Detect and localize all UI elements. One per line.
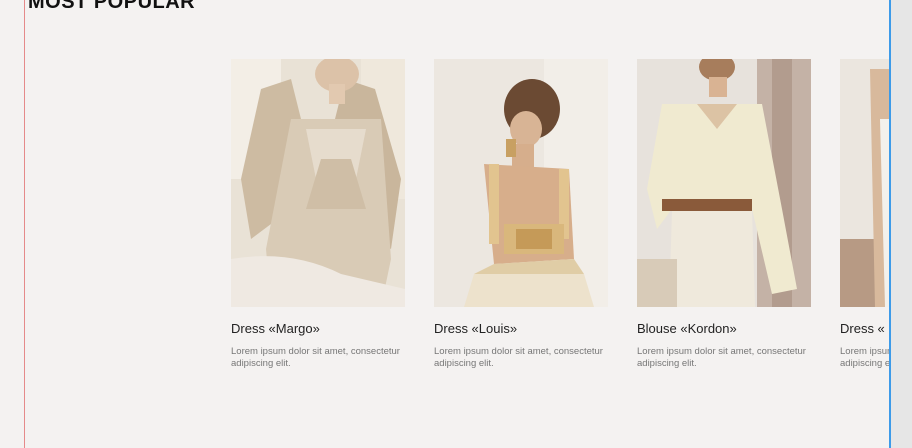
product-title[interactable]: Blouse «Kordon» — [637, 321, 811, 337]
product-description: Lorem ipsum dolor sit amet, consectetur … — [840, 346, 889, 369]
product-description: Lorem ipsum dolor sit amet, consectetur … — [637, 346, 806, 369]
product-photo-margo[interactable] — [231, 59, 405, 307]
section-title: MOST POPULAR — [28, 0, 196, 13]
product-photo-louis[interactable] — [434, 59, 608, 307]
product-description: Lorem ipsum dolor sit amet, consectetur … — [231, 346, 400, 369]
product-card[interactable]: Dress « Lorem ipsum dolor sit amet, cons… — [840, 59, 889, 370]
product-carousel[interactable]: Dress «Margo» Lorem ipsum dolor sit amet… — [231, 59, 889, 389]
product-card[interactable]: Dress «Margo» Lorem ipsum dolor sit amet… — [231, 59, 405, 370]
product-photo-4[interactable] — [840, 59, 889, 307]
product-title[interactable]: Dress «Louis» — [434, 321, 608, 337]
layout-guide-left — [24, 0, 25, 448]
product-title[interactable]: Dress «Margo» — [231, 321, 405, 337]
scrollbar-gutter[interactable] — [891, 0, 912, 448]
product-card[interactable]: Dress «Louis» Lorem ipsum dolor sit amet… — [434, 59, 608, 370]
product-photo-kordon[interactable] — [637, 59, 811, 307]
product-card[interactable]: Blouse «Kordon» Lorem ipsum dolor sit am… — [637, 59, 811, 370]
product-description: Lorem ipsum dolor sit amet, consectetur … — [434, 346, 603, 369]
product-title[interactable]: Dress « — [840, 321, 889, 337]
